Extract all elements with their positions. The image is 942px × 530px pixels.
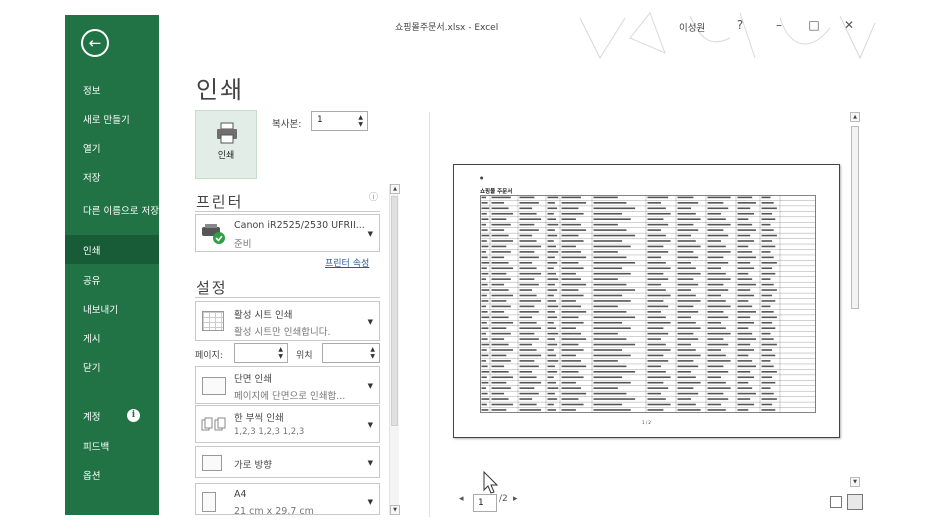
nav-save-as[interactable]: 다른 이름으로 저장 xyxy=(65,195,159,229)
total-pages: /2 xyxy=(499,494,508,504)
printer-section-title: 프린터 xyxy=(196,193,244,211)
next-page-icon[interactable]: ▸ xyxy=(513,494,518,504)
print-scope-dropdown[interactable]: 활성 시트 인쇄 활성 시트만 인쇄합니다. ▼ xyxy=(195,301,380,341)
paper-icon xyxy=(202,492,216,512)
chevron-down-icon: ▼ xyxy=(367,421,373,429)
nav-options[interactable]: 옵션 xyxy=(65,460,159,489)
duplex-dropdown[interactable]: 단면 인쇄 페이지에 단면으로 인쇄합... ▼ xyxy=(195,366,380,404)
preview-table xyxy=(480,195,816,413)
orientation-value: 가로 방향 xyxy=(234,460,272,471)
nav-save[interactable]: 저장 xyxy=(65,162,159,191)
nav-export[interactable]: 내보내기 xyxy=(65,294,159,323)
paper-size-title: A4 xyxy=(234,489,247,500)
pages-from-input[interactable]: ▲ ▼ xyxy=(234,343,288,363)
preview-scrollbar[interactable]: ▲ ▼ xyxy=(850,112,860,487)
account-info-icon: i xyxy=(127,409,140,422)
copies-input[interactable]: 1 ▲ ▼ xyxy=(311,111,368,131)
collate-icon xyxy=(201,417,226,431)
chevron-down-icon: ▼ xyxy=(367,382,373,390)
print-button[interactable]: 인쇄 xyxy=(195,110,257,179)
duplex-title: 단면 인쇄 xyxy=(234,374,272,385)
backstage-sidebar: ← 정보 새로 만들기 열기 저장 다른 이름으로 저장 인쇄 공유 내보내기 … xyxy=(65,15,159,515)
close-button[interactable]: ✕ xyxy=(840,16,858,34)
spin-down-icon[interactable]: ▼ xyxy=(358,122,363,128)
titlebar-decoration xyxy=(579,12,876,60)
divider xyxy=(195,211,380,212)
preview-sheet-title: 쇼핑몰 주문서 xyxy=(480,189,513,195)
collate-desc: 1,2,3 1,2,3 1,2,3 xyxy=(234,427,305,437)
scroll-up-icon[interactable]: ▲ xyxy=(390,184,400,194)
settings-scrollbar[interactable]: ▲ ▼ xyxy=(389,184,400,515)
nav-print[interactable]: 인쇄 xyxy=(65,235,159,264)
spin-down-icon[interactable]: ▼ xyxy=(278,354,283,360)
nav-publish[interactable]: 게시 xyxy=(65,323,159,352)
printer-icon xyxy=(217,122,237,144)
scroll-up-icon[interactable]: ▲ xyxy=(850,112,860,122)
nav-info[interactable]: 정보 xyxy=(65,75,159,104)
printer-status: 준비 xyxy=(234,239,252,250)
printer-properties-link[interactable]: 프린터 속성 xyxy=(325,256,369,269)
orientation-dropdown[interactable]: 가로 방향 ▼ xyxy=(195,446,380,478)
print-button-label: 인쇄 xyxy=(217,151,235,161)
nav-feedback[interactable]: 피드백 xyxy=(65,431,159,460)
mouse-cursor-icon xyxy=(483,471,499,494)
scroll-down-icon[interactable]: ▼ xyxy=(390,505,400,515)
show-margins-icon[interactable] xyxy=(830,496,842,508)
restore-button[interactable]: □ xyxy=(805,16,823,34)
print-scope-desc: 활성 시트만 인쇄합니다. xyxy=(234,327,331,338)
nav-share[interactable]: 공유 xyxy=(65,265,159,294)
nav-account[interactable]: 계정 xyxy=(65,401,159,430)
scroll-thumb[interactable] xyxy=(391,196,398,426)
help-button[interactable]: ? xyxy=(731,16,749,34)
copies-label: 복사본: xyxy=(272,119,302,130)
prev-page-icon[interactable]: ◂ xyxy=(459,494,464,504)
chevron-down-icon: ▼ xyxy=(367,318,373,326)
landscape-icon xyxy=(202,455,222,471)
divider xyxy=(195,297,380,298)
pages-label: 페이지: xyxy=(195,351,223,361)
chevron-down-icon: ▼ xyxy=(367,498,373,506)
printer-dropdown[interactable]: Canon iR2525/2530 UFRII... 준비 ▼ xyxy=(195,214,380,252)
printer-info-icon[interactable]: ⓘ xyxy=(369,190,378,203)
printer-status-icon xyxy=(202,224,225,244)
scroll-thumb[interactable] xyxy=(851,126,859,309)
paper-size-desc: 21 cm x 29.7 cm xyxy=(234,506,314,515)
current-page-input[interactable]: 1 xyxy=(473,494,497,512)
minimize-button[interactable]: – xyxy=(770,16,788,34)
one-sided-icon xyxy=(202,377,226,395)
chevron-down-icon: ▼ xyxy=(367,459,373,467)
collate-title: 한 부씩 인쇄 xyxy=(234,413,284,424)
printer-name: Canon iR2525/2530 UFRII... xyxy=(234,220,365,231)
nav-open[interactable]: 열기 xyxy=(65,133,159,162)
preview-page-footer: 1 / 2 xyxy=(642,420,651,425)
settings-section-title: 설정 xyxy=(196,279,228,297)
paper-size-dropdown[interactable]: A4 21 cm x 29.7 cm ▼ xyxy=(195,483,380,515)
scroll-down-icon[interactable]: ▼ xyxy=(850,477,860,487)
copies-value: 1 xyxy=(317,115,323,125)
window-title: 쇼핑몰주문서.xlsx - Excel xyxy=(395,23,499,33)
user-name[interactable]: 이성원 xyxy=(679,20,705,34)
page-title: 인쇄 xyxy=(196,76,245,104)
chevron-down-icon: ▼ xyxy=(367,230,373,238)
zoom-to-page-icon[interactable] xyxy=(847,494,863,510)
collate-dropdown[interactable]: 한 부씩 인쇄 1,2,3 1,2,3 1,2,3 ▼ xyxy=(195,405,380,443)
pages-to-input[interactable]: ▲ ▼ xyxy=(322,343,380,363)
sheet-icon xyxy=(202,311,224,331)
spin-down-icon[interactable]: ▼ xyxy=(370,354,375,360)
preview-header: ● xyxy=(480,175,484,180)
pages-to-label: 위치 xyxy=(296,351,313,361)
print-preview-page: ● 쇼핑몰 주문서 1 / 2 xyxy=(453,164,840,438)
nav-close[interactable]: 닫기 xyxy=(65,352,159,381)
preview-divider xyxy=(429,112,430,517)
nav-new[interactable]: 새로 만들기 xyxy=(65,104,159,133)
print-scope-title: 활성 시트 인쇄 xyxy=(234,310,293,321)
back-arrow-icon[interactable]: ← xyxy=(81,29,109,57)
duplex-desc: 페이지에 단면으로 인쇄합... xyxy=(234,391,346,402)
